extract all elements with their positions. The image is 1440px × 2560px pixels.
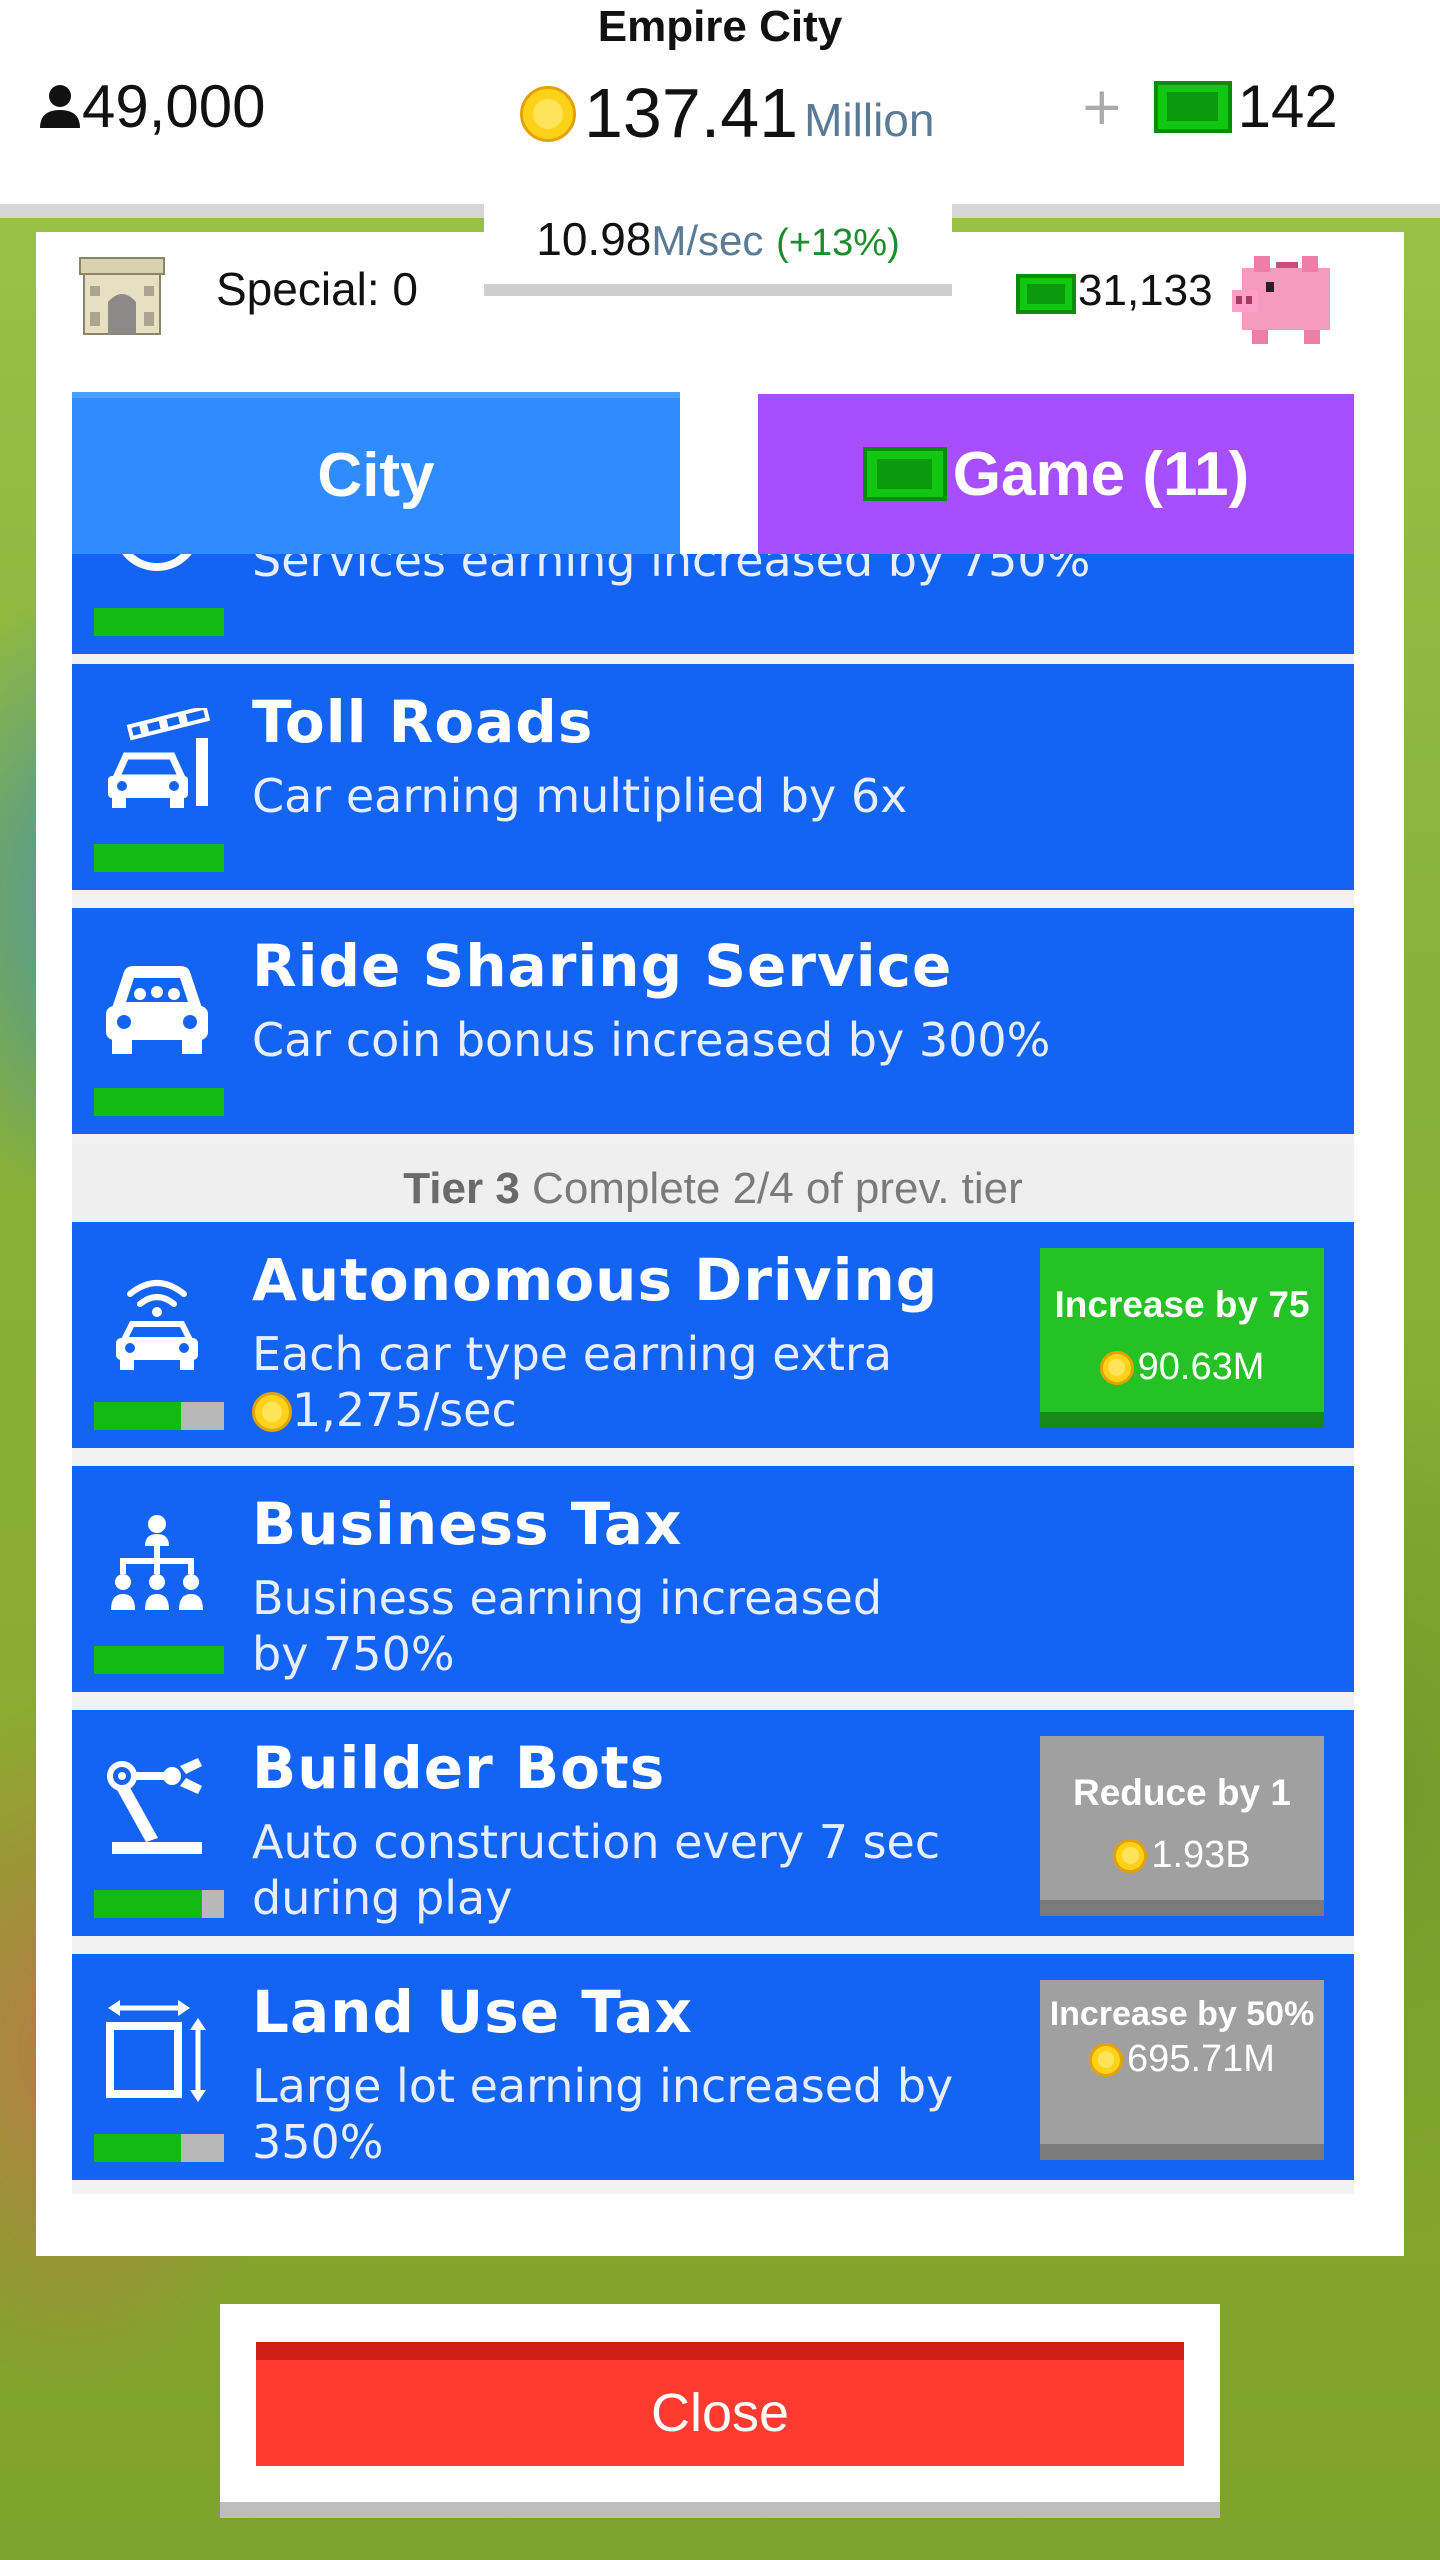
list-item[interactable]: Autonomous Driving Each car type earning…: [72, 1222, 1354, 1448]
coin-icon: [1089, 2042, 1124, 2077]
special-label: Special: 0: [216, 263, 419, 315]
bank-cash-value: 31,133: [1078, 266, 1213, 315]
autonomous-car-icon: [116, 1280, 198, 1370]
arch-icon: [79, 257, 165, 335]
upgrade-description: Services earning increased by 750%: [252, 554, 1091, 587]
coin-icon: [1099, 1350, 1134, 1385]
upgrade-list[interactable]: Services earning increased by 750% Toll …: [72, 554, 1354, 2194]
upgrade-title: Builder Bots: [252, 1734, 666, 1802]
special-box[interactable]: Special: 0: [36, 232, 452, 348]
tab-city[interactable]: City: [72, 392, 680, 554]
upgrade-description: Business earning increased by 750%: [252, 1571, 883, 1681]
coin-icon: [252, 1392, 292, 1432]
upgrade-description: Large lot earning increased by 350%: [252, 2059, 954, 2169]
buy-upgrade-button[interactable]: Increase by 50% 695.71M: [1040, 1980, 1324, 2160]
ride-share-icon: [106, 966, 208, 1054]
piggy-bank-icon[interactable]: [1232, 246, 1340, 346]
upgrade-description: Car earning multiplied by 6x: [252, 769, 908, 823]
upgrade-title: Autonomous Driving: [252, 1246, 939, 1314]
upgrade-description-line1: Each car type earning extra: [252, 1327, 893, 1381]
buy-upgrade-button[interactable]: Increase by 75 90.63M: [1040, 1248, 1324, 1428]
upgrade-cost: 695.71M: [1127, 2038, 1275, 2080]
progress-bar: [94, 844, 224, 872]
coin-icon: [1113, 1838, 1148, 1873]
toll-gate-icon: [108, 708, 211, 808]
list-item[interactable]: Ride Sharing Service Car coin bonus incr…: [72, 908, 1354, 1134]
button-label: Increase by 75: [1054, 1284, 1310, 1325]
list-item[interactable]: Business Tax Business earning increased …: [72, 1466, 1354, 1692]
cash-display[interactable]: + 142: [1080, 72, 1338, 141]
progress-bar: [94, 1088, 224, 1116]
top-bar: Empire City 49,000 137.41 Million + 142: [0, 0, 1440, 204]
progress-bar: [94, 1890, 224, 1918]
piggy-bank-box[interactable]: 31,133: [986, 232, 1404, 348]
coins-unit: Million: [804, 93, 935, 146]
add-cash-icon[interactable]: +: [1080, 77, 1124, 137]
upgrade-title: Ride Sharing Service: [252, 932, 953, 1000]
upgrade-description: Auto construction every 7 sec during pla…: [252, 1815, 941, 1925]
upgrade-title: Business Tax: [252, 1490, 683, 1558]
close-button[interactable]: Close: [256, 2342, 1184, 2466]
cash-icon: [862, 447, 947, 501]
upgrade-description: Each car type earning extra 1,275/sec: [252, 1326, 1092, 1438]
progress-bar: [94, 2134, 224, 2162]
upgrade-rate: 1,275/sec: [292, 1383, 517, 1437]
upgrade-cost: 90.63M: [1137, 1346, 1265, 1388]
person-icon: [40, 84, 80, 128]
list-item[interactable]: Services earning increased by 750%: [72, 554, 1354, 654]
rate-unit: M/sec: [651, 217, 764, 264]
button-label: Reduce by 1: [1073, 1772, 1291, 1813]
upgrade-description: Car coin bonus increased by 300%: [252, 1013, 1051, 1067]
city-name: Empire City: [597, 2, 843, 51]
button-label: Increase by 50%: [1049, 1995, 1315, 2033]
tier-header: Tier 3 Complete 2/4 of prev. tier: [72, 1144, 1354, 1234]
cash-icon: [1153, 80, 1232, 133]
close-container: Close: [220, 2304, 1220, 2518]
progress-bar: [94, 1402, 224, 1430]
tab-game-label: Game (11): [952, 439, 1250, 509]
org-chart-icon: [111, 1515, 203, 1610]
tier-requirement: Complete 2/4 of prev. tier: [532, 1164, 1023, 1213]
buy-upgrade-button[interactable]: Reduce by 1 1.93B: [1040, 1736, 1324, 1916]
coins-display: 137.41 Million: [520, 78, 934, 148]
progress-bar: [94, 1646, 224, 1674]
list-item[interactable]: Toll Roads Car earning multiplied by 6x: [72, 664, 1354, 890]
population-value: 49,000: [82, 73, 266, 140]
coins-value: 137.41: [584, 74, 799, 152]
rate-value: 10.98: [536, 213, 652, 265]
tier-label: Tier 3: [403, 1164, 520, 1213]
robot-arm-icon: [107, 1758, 202, 1854]
list-item[interactable]: Builder Bots Auto construction every 7 s…: [72, 1710, 1354, 1936]
list-item[interactable]: Land Use Tax Large lot earning increased…: [72, 1954, 1354, 2180]
services-icon: [122, 554, 192, 571]
tab-game[interactable]: Game (11): [758, 394, 1354, 554]
upgrade-title: Toll Roads: [252, 688, 594, 756]
rate-bonus: (+13%): [776, 222, 900, 264]
cash-icon: [1016, 274, 1076, 314]
coin-icon: [520, 86, 576, 142]
progress-bar: [94, 608, 224, 636]
cash-value: 142: [1237, 73, 1338, 140]
land-size-icon: [106, 2000, 206, 2102]
population-display: 49,000: [38, 72, 266, 141]
upgrade-title: Land Use Tax: [252, 1978, 693, 2046]
income-rate: 10.98M/sec (+13%): [484, 204, 952, 296]
upgrade-cost: 1.93B: [1151, 1834, 1251, 1876]
